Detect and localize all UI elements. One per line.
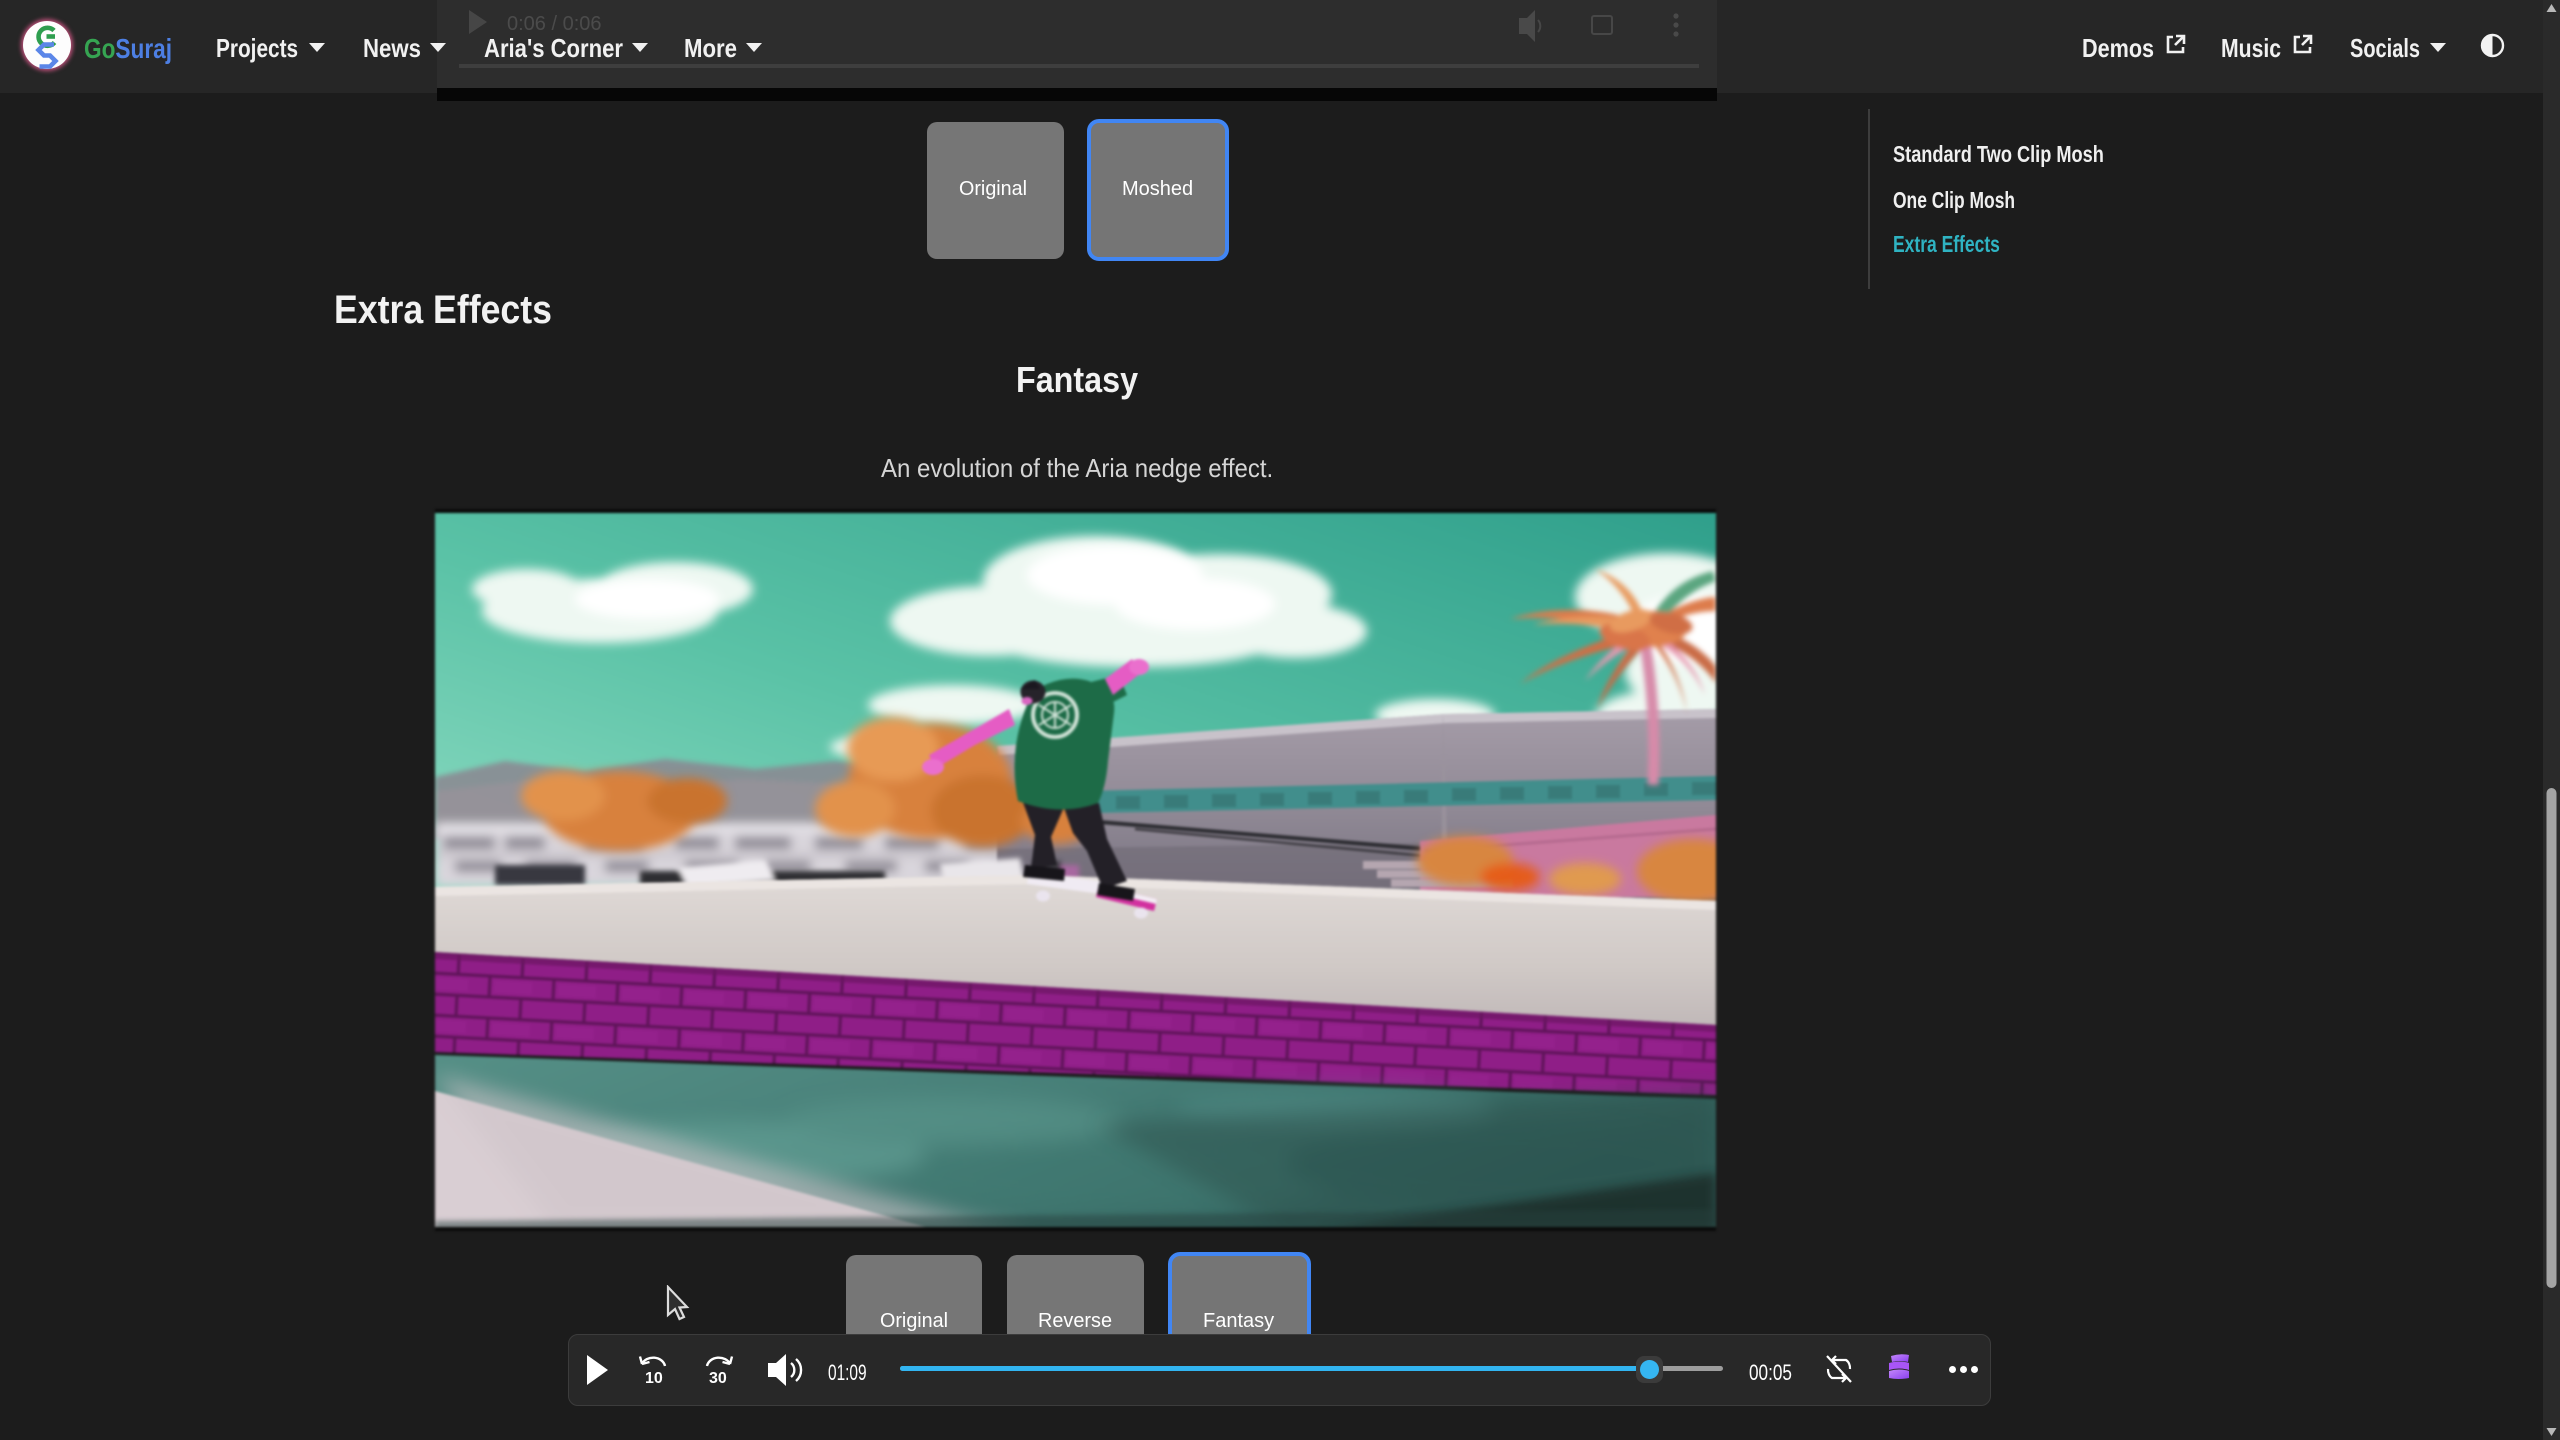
svg-text:30: 30 <box>709 1370 727 1387</box>
svg-text:10: 10 <box>645 1370 663 1387</box>
svg-text:0:06 / 0:06: 0:06 / 0:06 <box>507 13 602 35</box>
